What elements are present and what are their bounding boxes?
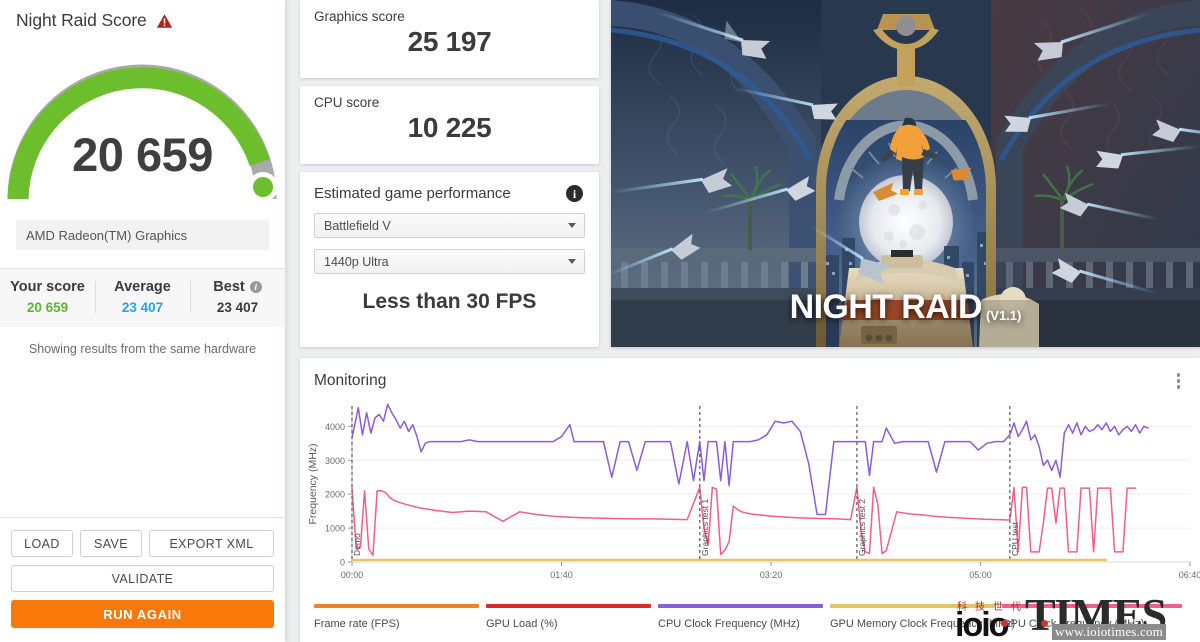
cpu-score-value: 10 225 bbox=[407, 112, 492, 143]
svg-text:Frequency (MHz): Frequency (MHz) bbox=[307, 443, 319, 524]
game-select[interactable]: Battlefield V bbox=[314, 213, 585, 238]
score-gauge: 20 659 bbox=[0, 39, 285, 204]
cpu-score-label: CPU score bbox=[314, 95, 380, 110]
legend-swatch bbox=[830, 604, 995, 608]
results-note: Showing results from the same hardware bbox=[28, 342, 257, 356]
estimated-performance-title: Estimated game performance bbox=[314, 185, 511, 202]
score-sidebar: Night Raid Score 20 659 AMD Radeon(TM) G… bbox=[0, 0, 285, 642]
preset-select[interactable]: 1440p Ultra bbox=[314, 249, 585, 274]
monitoring-chart-svg: 0 1000 2000 3000 4000 Frequency (MHz) 00:00 01:… bbox=[307, 403, 1200, 580]
monitoring-title: Monitoring bbox=[314, 371, 387, 389]
svg-text:06:40: 06:40 bbox=[1179, 570, 1200, 580]
comparison-best-value: 23 407 bbox=[216, 300, 259, 315]
game-select-value: Battlefield V bbox=[324, 218, 391, 233]
validate-button[interactable]: VALIDATE bbox=[11, 565, 274, 592]
chart-legend: Frame rate (FPS) GPU Load (%) CPU Clock … bbox=[314, 604, 1194, 638]
legend-label: CPU Clock Frequency (MHz) bbox=[658, 618, 800, 630]
legend-swatch bbox=[314, 604, 479, 608]
score-comparison-row: Your score 20 659 Average 23 407 Best i … bbox=[0, 269, 285, 327]
legend-swatch bbox=[486, 604, 651, 608]
svg-text:03:20: 03:20 bbox=[760, 570, 783, 580]
comparison-your-score: Your score 20 659 bbox=[0, 279, 95, 315]
legend-item-gpu-mem-clock[interactable]: GPU Memory Clock Frequency (MHz) bbox=[830, 604, 1016, 630]
legend-swatch bbox=[1002, 604, 1182, 608]
comparison-average: Average 23 407 bbox=[95, 279, 190, 315]
svg-text:01:40: 01:40 bbox=[550, 570, 573, 580]
export-xml-button[interactable]: EXPORT XML bbox=[149, 530, 274, 557]
graphics-score-label: Graphics score bbox=[314, 9, 405, 24]
legend-label: GPU Load (%) bbox=[486, 618, 558, 630]
svg-text:4000: 4000 bbox=[325, 422, 345, 432]
total-score-value: 20 659 bbox=[72, 128, 213, 181]
cpu-score-card: CPU score 10 225 bbox=[300, 86, 599, 164]
hero-title-block: NIGHT RAID (V1.1) bbox=[611, 288, 1200, 327]
comparison-best: Best i 23 407 bbox=[190, 279, 285, 315]
comparison-your-score-value: 20 659 bbox=[26, 300, 69, 315]
estimated-performance-card: Estimated game performance i Battlefield… bbox=[300, 172, 599, 347]
hardware-name: AMD Radeon(TM) Graphics bbox=[16, 220, 269, 250]
benchmark-version: (V1.1) bbox=[985, 308, 1022, 323]
svg-text:CPU test: CPU test bbox=[1010, 521, 1020, 556]
legend-item-gpu-clock[interactable]: GPU Clock Frequency (MHz) bbox=[1002, 604, 1182, 630]
page-title: Night Raid Score bbox=[16, 10, 147, 30]
load-button[interactable]: LOAD bbox=[11, 530, 73, 557]
legend-label: GPU Memory Clock Frequency (MHz) bbox=[830, 618, 1016, 630]
svg-text:00:00: 00:00 bbox=[341, 570, 364, 580]
chevron-down-icon bbox=[568, 223, 576, 228]
comparison-your-score-label: Your score bbox=[10, 279, 85, 295]
svg-text:2000: 2000 bbox=[325, 490, 345, 500]
warning-triangle-icon[interactable] bbox=[156, 13, 173, 29]
comparison-average-value: 23 407 bbox=[121, 300, 164, 315]
svg-text:05:00: 05:00 bbox=[969, 570, 992, 580]
graphics-score-value: 25 197 bbox=[407, 26, 492, 57]
legend-item-cpu-clock[interactable]: CPU Clock Frequency (MHz) bbox=[658, 604, 823, 630]
score-title-row: Night Raid Score bbox=[0, 0, 285, 31]
monitoring-panel: Monitoring 0 1000 2000 3000 4000 Frequency (M… bbox=[300, 358, 1200, 642]
info-icon[interactable]: i bbox=[249, 281, 262, 293]
monitoring-chart: 0 1000 2000 3000 4000 Frequency (MHz) 00:00 01:… bbox=[300, 394, 1200, 604]
legend-label: GPU Clock Frequency (MHz) bbox=[1002, 618, 1145, 630]
watermark-dot bbox=[1041, 620, 1048, 627]
svg-text:Graphics test 2: Graphics test 2 bbox=[857, 499, 867, 556]
benchmark-hero-image: NIGHT RAID (V1.1) bbox=[611, 0, 1200, 347]
legend-item-frame-rate[interactable]: Frame rate (FPS) bbox=[314, 604, 479, 630]
benchmark-name: NIGHT RAID bbox=[789, 288, 983, 326]
svg-text:Demo: Demo bbox=[352, 533, 362, 556]
legend-label: Frame rate (FPS) bbox=[314, 618, 400, 630]
svg-text:0: 0 bbox=[340, 558, 345, 568]
svg-text:3000: 3000 bbox=[325, 456, 345, 466]
run-again-button[interactable]: RUN AGAIN bbox=[11, 600, 274, 628]
estimated-fps-value: Less than 30 FPS bbox=[362, 290, 537, 313]
comparison-average-label: Average bbox=[114, 279, 171, 295]
info-icon[interactable]: i bbox=[566, 185, 583, 202]
legend-item-gpu-load[interactable]: GPU Load (%) bbox=[486, 604, 651, 630]
action-buttons: LOAD SAVE EXPORT XML VALIDATE RUN AGAIN bbox=[0, 517, 285, 642]
comparison-best-label: Best bbox=[213, 279, 245, 295]
kebab-menu-icon[interactable] bbox=[1174, 370, 1184, 392]
save-button[interactable]: SAVE bbox=[80, 530, 142, 557]
legend-swatch bbox=[658, 604, 823, 608]
chevron-down-icon bbox=[568, 259, 576, 264]
preset-select-value: 1440p Ultra bbox=[324, 254, 389, 269]
svg-text:Graphics test 1: Graphics test 1 bbox=[700, 499, 710, 556]
graphics-score-card: Graphics score 25 197 bbox=[300, 0, 599, 78]
svg-text:1000: 1000 bbox=[325, 524, 345, 534]
app-root: Night Raid Score 20 659 AMD Radeon(TM) G… bbox=[0, 0, 1200, 642]
watermark-dot bbox=[1001, 620, 1008, 627]
